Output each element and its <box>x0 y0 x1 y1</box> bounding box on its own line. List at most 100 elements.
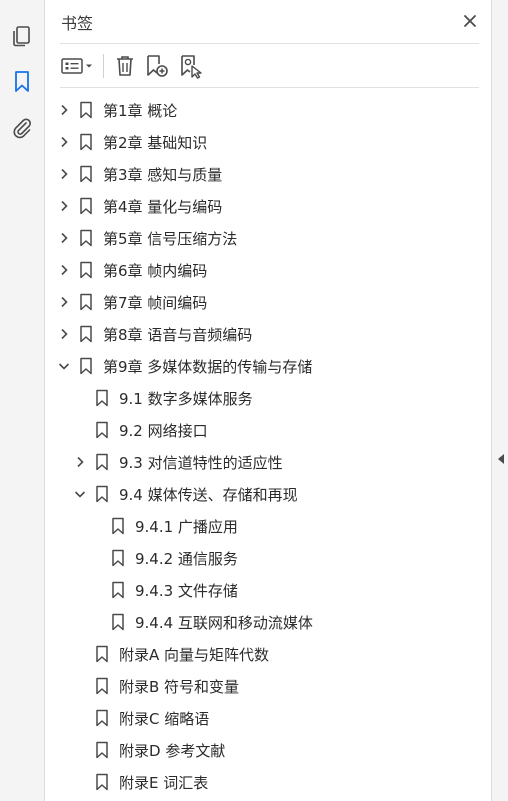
bookmark-label: 第5章 信号压缩方法 <box>103 229 238 248</box>
bookmark-label: 9.4.2 通信服务 <box>135 549 238 568</box>
bookmark-label: 9.4.4 互联网和移动流媒体 <box>135 613 313 632</box>
bookmark-item-icon <box>79 133 93 151</box>
bookmark-item-icon <box>95 421 109 439</box>
bookmark-item-icon <box>95 389 109 407</box>
bookmark-item[interactable]: 附录E 词汇表 <box>45 766 491 798</box>
bookmark-item-icon <box>95 453 109 471</box>
new-bookmark-icon[interactable] <box>140 52 174 80</box>
bookmark-item-icon <box>79 229 93 247</box>
bookmark-item[interactable]: 9.4 媒体传送、存储和再现 <box>45 478 491 510</box>
bookmark-item[interactable]: 9.4.3 文件存储 <box>45 574 491 606</box>
chevron-down-icon[interactable] <box>73 487 87 501</box>
bookmark-item[interactable]: 附录D 参考文献 <box>45 734 491 766</box>
bookmark-label: 附录E 词汇表 <box>119 773 209 792</box>
bookmark-item[interactable]: 附录B 符号和变量 <box>45 670 491 702</box>
pages-icon[interactable] <box>8 22 36 50</box>
bookmark-item[interactable]: 第4章 量化与编码 <box>45 190 491 222</box>
bookmark-label: 9.1 数字多媒体服务 <box>119 389 253 408</box>
bookmark-item-icon <box>95 773 109 791</box>
collapse-arrow-icon[interactable] <box>497 452 505 466</box>
bookmark-item-icon <box>95 741 109 759</box>
bookmark-item[interactable]: 附录C 缩略语 <box>45 702 491 734</box>
bookmark-item[interactable]: 第9章 多媒体数据的传输与存储 <box>45 350 491 382</box>
bookmark-icon[interactable] <box>8 68 36 96</box>
bookmark-item-icon <box>79 261 93 279</box>
chevron-right-icon[interactable] <box>57 327 71 341</box>
bookmark-label: 第7章 帧间编码 <box>103 293 208 312</box>
bookmark-item[interactable]: 附录A 向量与矩阵代数 <box>45 638 491 670</box>
bookmark-item-icon <box>79 357 93 375</box>
bookmark-item[interactable]: 第7章 帧间编码 <box>45 286 491 318</box>
bookmark-item[interactable]: 第8章 语音与音频编码 <box>45 318 491 350</box>
bookmark-item[interactable]: 第2章 基础知识 <box>45 126 491 158</box>
panel-title: 书签 <box>61 14 94 33</box>
bookmark-label: 附录B 符号和变量 <box>119 677 240 696</box>
bookmark-label: 9.4 媒体传送、存储和再现 <box>119 485 298 504</box>
bookmark-item-icon <box>111 613 125 631</box>
bookmark-item[interactable]: 第6章 帧内编码 <box>45 254 491 286</box>
chevron-right-icon[interactable] <box>57 231 71 245</box>
bookmark-label: 第4章 量化与编码 <box>103 197 223 216</box>
bookmark-item-icon <box>79 325 93 343</box>
bookmark-label: 第2章 基础知识 <box>103 133 208 152</box>
bookmark-item[interactable]: 第1章 概论 <box>45 94 491 126</box>
bookmark-item-icon <box>95 645 109 663</box>
chevron-right-icon[interactable] <box>57 167 71 181</box>
bookmark-item[interactable]: 9.4.1 广播应用 <box>45 510 491 542</box>
bookmark-item[interactable]: 9.4.4 互联网和移动流媒体 <box>45 606 491 638</box>
bookmark-item-icon <box>111 517 125 535</box>
bookmark-item-icon <box>95 677 109 695</box>
bookmark-item[interactable]: 第3章 感知与质量 <box>45 158 491 190</box>
chevron-right-icon[interactable] <box>57 199 71 213</box>
bookmark-label: 第3章 感知与质量 <box>103 165 223 184</box>
bookmark-item[interactable]: 9.3 对信道特性的适应性 <box>45 446 491 478</box>
bookmark-item-icon <box>111 549 125 567</box>
bookmark-item-icon <box>111 581 125 599</box>
bookmark-label: 第9章 多媒体数据的传输与存储 <box>103 357 313 376</box>
bookmark-label: 9.2 网络接口 <box>119 421 208 440</box>
bookmark-item-icon <box>79 293 93 311</box>
chevron-right-icon[interactable] <box>73 455 87 469</box>
new-bookmark-from-structure-icon[interactable] <box>174 52 208 80</box>
bookmark-label: 附录D 参考文献 <box>119 741 226 760</box>
left-navigation-rail <box>0 0 45 801</box>
title-divider <box>60 43 479 44</box>
attachment-icon[interactable] <box>8 114 36 142</box>
options-menu-icon[interactable] <box>57 52 97 80</box>
chevron-right-icon[interactable] <box>57 103 71 117</box>
bookmark-item[interactable]: 第5章 信号压缩方法 <box>45 222 491 254</box>
chevron-right-icon[interactable] <box>57 295 71 309</box>
panel-splitter[interactable] <box>491 0 508 801</box>
close-icon[interactable] <box>459 10 481 32</box>
delete-icon[interactable] <box>110 52 140 80</box>
bookmark-item[interactable]: 9.1 数字多媒体服务 <box>45 382 491 414</box>
chevron-down-icon[interactable] <box>57 359 71 373</box>
bookmark-tree: 第1章 概论第2章 基础知识 第3章 感知与质量 第4章 量化与编码 第5章 信号压缩… <box>45 94 491 798</box>
bookmark-item-icon <box>79 197 93 215</box>
bookmark-item[interactable]: 9.2 网络接口 <box>45 414 491 446</box>
bookmark-item-icon <box>79 165 93 183</box>
bookmark-item[interactable]: 9.4.2 通信服务 <box>45 542 491 574</box>
bookmark-item-icon <box>95 485 109 503</box>
bookmark-label: 9.4.1 广播应用 <box>135 517 238 536</box>
bookmark-label: 第8章 语音与音频编码 <box>103 325 253 344</box>
chevron-right-icon[interactable] <box>57 263 71 277</box>
bookmark-label: 9.4.3 文件存储 <box>135 581 238 600</box>
bookmark-label: 附录A 向量与矩阵代数 <box>119 645 270 664</box>
bookmark-label: 附录C 缩略语 <box>119 709 210 728</box>
bookmark-label: 第1章 概论 <box>103 101 178 120</box>
bookmarks-panel: 书签 第1章 概论 第2章 基础知识 第3章 感知与质量 第4章 量化与编码 第… <box>45 0 491 801</box>
bookmark-label: 第6章 帧内编码 <box>103 261 208 280</box>
bookmark-item-icon <box>95 709 109 727</box>
toolbar-divider <box>103 54 104 78</box>
chevron-right-icon[interactable] <box>57 135 71 149</box>
